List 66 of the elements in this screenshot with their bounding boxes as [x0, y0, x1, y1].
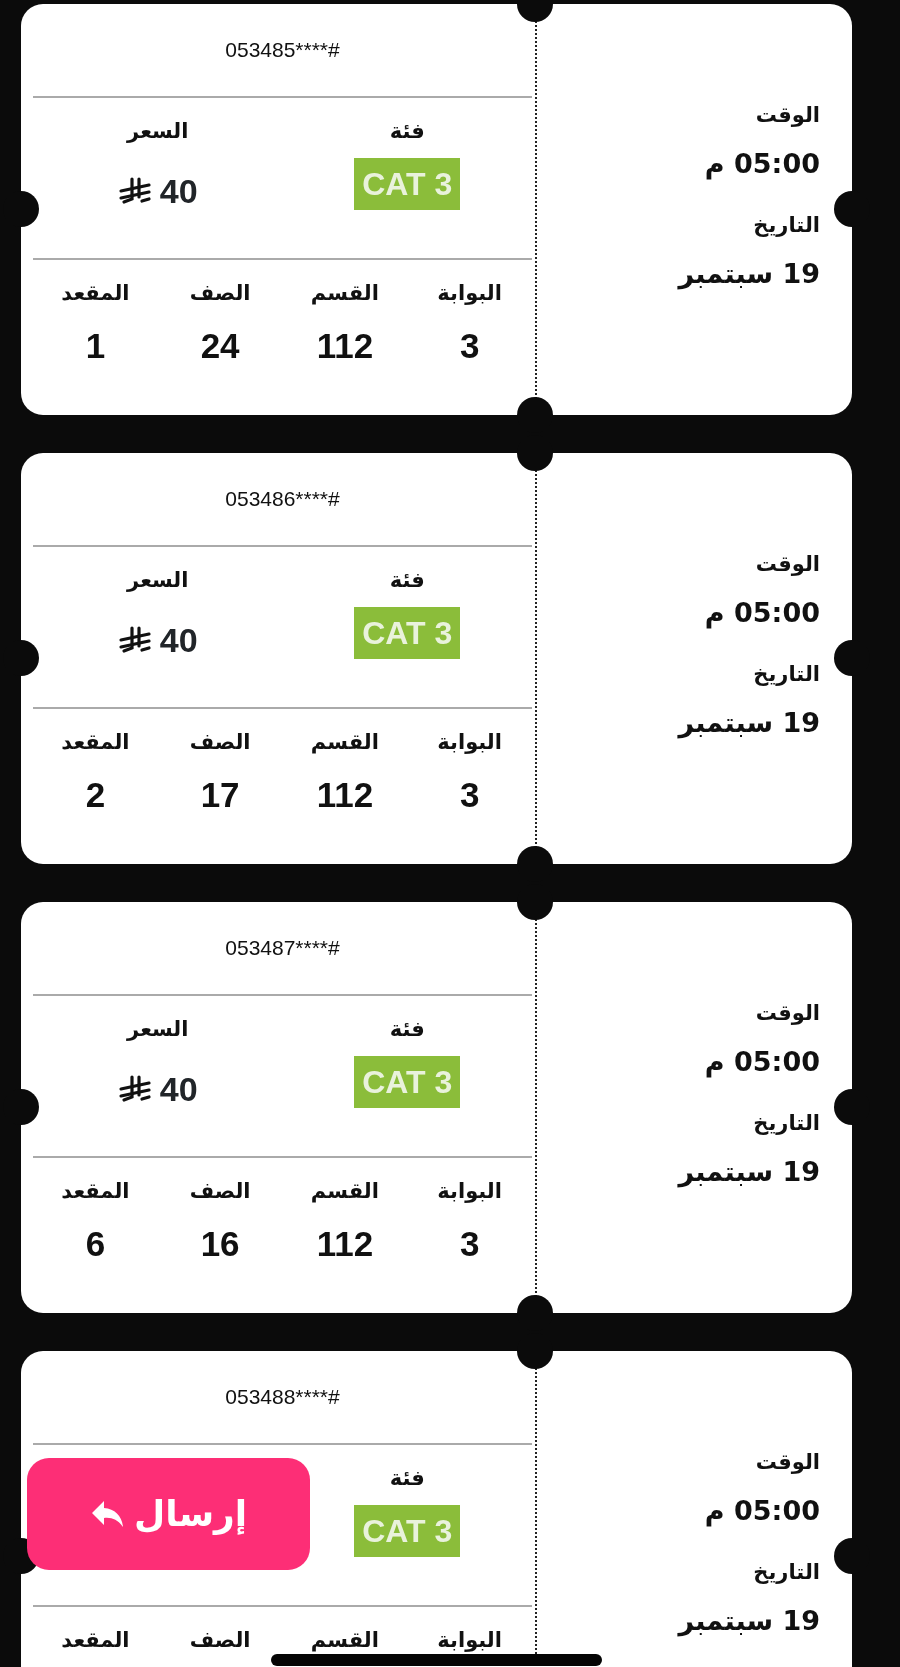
- price-label: السعر: [127, 567, 189, 594]
- field-value: 112: [316, 773, 374, 816]
- time-value: 05:00 م: [704, 1493, 820, 1529]
- field-label: الصف: [189, 1178, 251, 1205]
- field-label: البوابة: [437, 1627, 502, 1654]
- field-label: المقعد: [61, 1178, 130, 1205]
- date-label: التاريخ: [753, 1110, 820, 1137]
- currency-icon: [117, 626, 152, 654]
- ticket-number: 053485****#: [225, 37, 340, 64]
- field-value: 112: [316, 1222, 374, 1265]
- field-label: الصف: [189, 729, 251, 756]
- price-label: السعر: [127, 118, 189, 145]
- date-label: التاريخ: [753, 1559, 820, 1586]
- time-value: 05:00 م: [704, 146, 820, 182]
- date-value: 19 سبتمبر: [678, 256, 820, 292]
- time-value: 05:00 م: [704, 595, 820, 631]
- price-value: 40: [159, 1068, 198, 1110]
- field-label: القسم: [310, 1627, 379, 1654]
- field-value: 1: [85, 324, 106, 367]
- price-value: 40: [159, 619, 198, 661]
- time-label: الوقت: [755, 1449, 820, 1476]
- time-label: الوقت: [755, 551, 820, 578]
- time-value: 05:00 م: [704, 1044, 820, 1080]
- currency-icon: [117, 1075, 152, 1103]
- field-label: القسم: [310, 1178, 379, 1205]
- field-label: البوابة: [437, 1178, 502, 1205]
- field-value: 3: [459, 773, 480, 816]
- category-tag: CAT 3: [354, 606, 461, 660]
- field-value: 2: [85, 773, 106, 816]
- category-tag: CAT 3: [354, 1504, 461, 1558]
- category-label: فئة: [389, 1465, 425, 1492]
- field-label: الصف: [189, 1627, 251, 1654]
- date-label: التاريخ: [753, 212, 820, 239]
- field-label: الصف: [189, 280, 251, 307]
- date-label: التاريخ: [753, 661, 820, 688]
- category-label: فئة: [389, 118, 425, 145]
- field-value: 3: [459, 1222, 480, 1265]
- category-tag: CAT 3: [354, 1055, 461, 1109]
- field-value: 112: [316, 324, 374, 367]
- field-value: 3: [459, 324, 480, 367]
- field-value: 24: [200, 324, 240, 367]
- field-label: القسم: [310, 729, 379, 756]
- currency-icon: [117, 177, 152, 205]
- time-label: الوقت: [755, 102, 820, 129]
- field-label: المقعد: [61, 280, 130, 307]
- date-value: 19 سبتمبر: [678, 705, 820, 741]
- date-value: 19 سبتمبر: [678, 1154, 820, 1190]
- ticket-number: 053487****#: [225, 935, 340, 962]
- field-value: 16: [200, 1222, 240, 1265]
- time-label: الوقت: [755, 1000, 820, 1027]
- field-value: 6: [85, 1222, 106, 1265]
- price-value: 40: [159, 170, 198, 212]
- category-label: فئة: [389, 1016, 425, 1043]
- category-label: فئة: [389, 567, 425, 594]
- field-label: البوابة: [437, 280, 502, 307]
- price-label: السعر: [127, 1016, 189, 1043]
- field-value: 17: [200, 773, 240, 816]
- field-label: المقعد: [61, 1627, 130, 1654]
- ticket-number: 053488****#: [225, 1384, 340, 1411]
- category-tag: CAT 3: [354, 157, 461, 211]
- field-label: المقعد: [61, 729, 130, 756]
- date-value: 19 سبتمبر: [678, 1603, 820, 1639]
- field-label: البوابة: [437, 729, 502, 756]
- ticket-number: 053486****#: [225, 486, 340, 513]
- send-button[interactable]: إرسال: [27, 1458, 310, 1570]
- field-label: القسم: [310, 280, 379, 307]
